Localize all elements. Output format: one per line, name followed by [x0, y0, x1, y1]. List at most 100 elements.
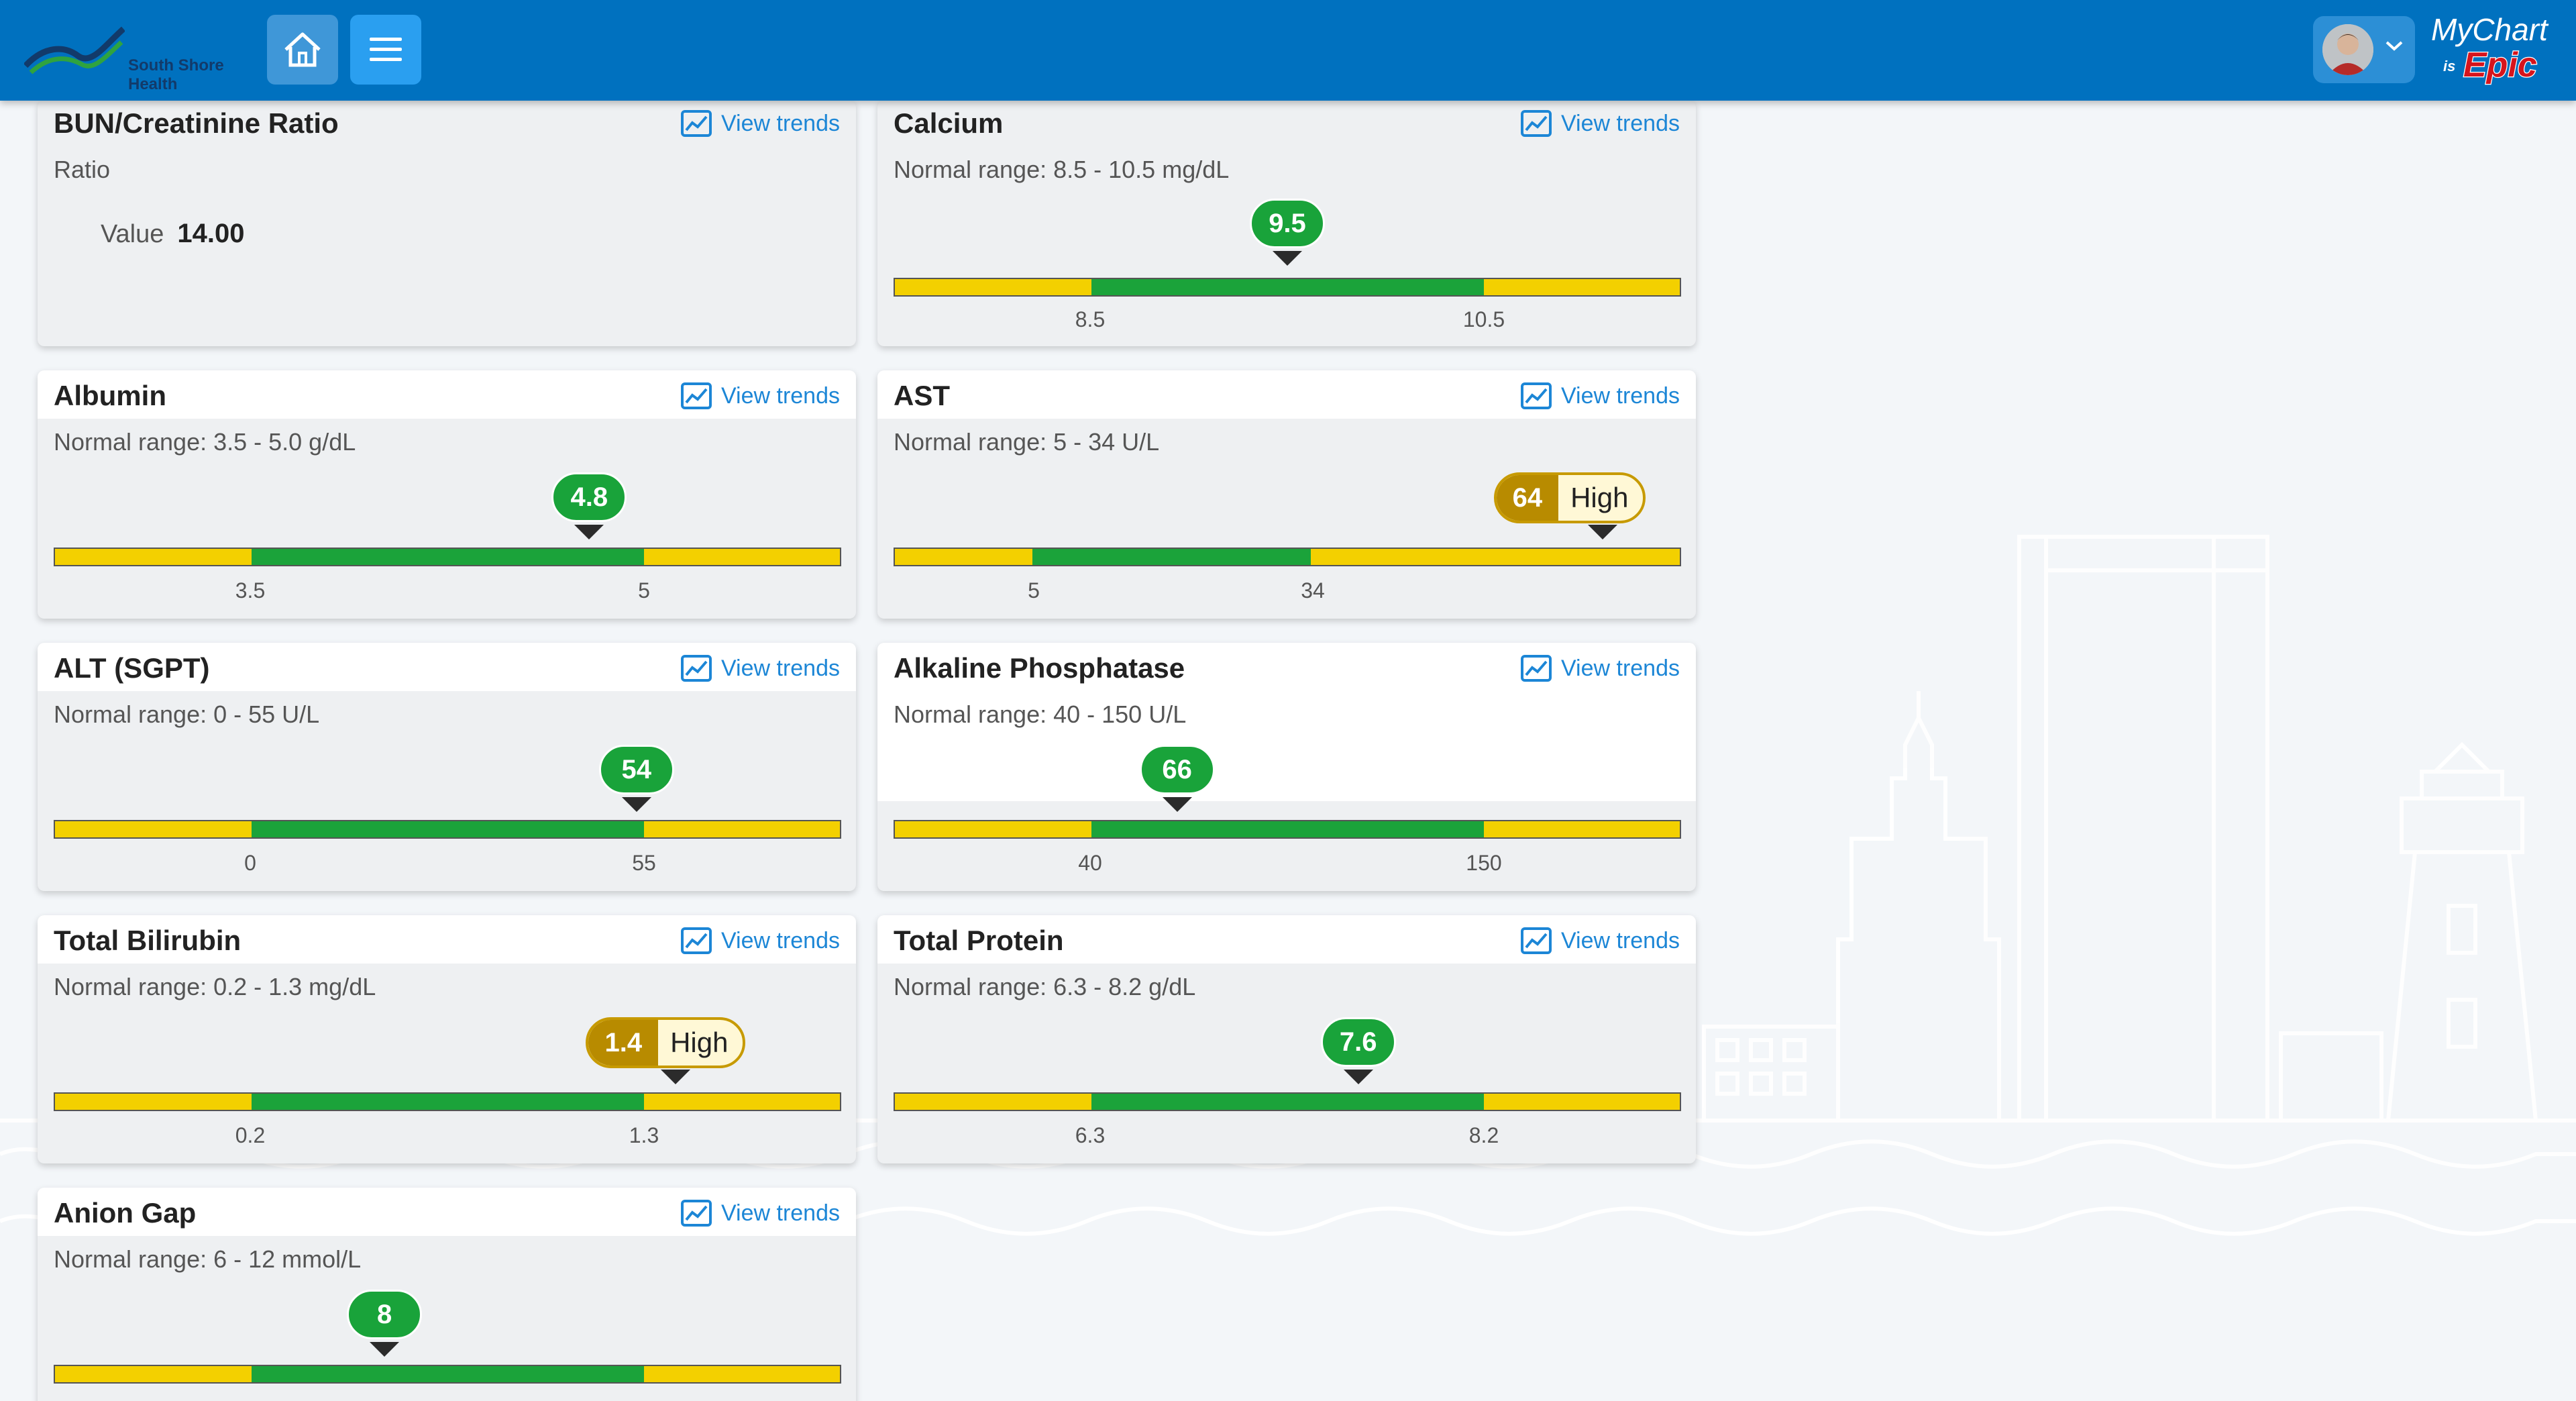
result-value-badge: 54: [598, 745, 674, 794]
above-range-band: [1483, 279, 1680, 295]
above-range-band: [1311, 549, 1680, 565]
below-range-band: [55, 821, 252, 837]
view-trends-link[interactable]: View trends: [680, 382, 840, 409]
high-result-badge: 64 High: [1493, 472, 1646, 523]
result-value: 64: [1496, 475, 1559, 521]
below-range-band: [895, 549, 1032, 565]
above-range-band: [643, 1094, 840, 1110]
view-trends-label: View trends: [720, 927, 840, 953]
trend-chart-icon: [680, 382, 712, 409]
view-trends-label: View trends: [720, 110, 840, 136]
range-bar: [54, 820, 841, 839]
trend-chart-icon: [1520, 110, 1552, 137]
result-value-badge: 7.6: [1320, 1017, 1396, 1067]
mychart-epic-logo: MyChart is Epic: [2428, 9, 2563, 90]
range-bar: [54, 1092, 841, 1111]
trend-chart-icon: [1520, 927, 1552, 954]
result-pointer-icon: [1162, 797, 1192, 812]
view-trends-link[interactable]: View trends: [680, 1200, 840, 1227]
normal-range-text: Normal range: 5 - 34 U/L: [894, 428, 1160, 456]
view-trends-link[interactable]: View trends: [1520, 110, 1680, 137]
above-range-band: [1483, 821, 1680, 837]
view-trends-label: View trends: [1560, 655, 1680, 681]
normal-range-band: [1091, 279, 1484, 295]
component-title: Albumin: [54, 380, 166, 411]
normal-range-band: [1091, 1094, 1484, 1110]
range-bar: [894, 278, 1681, 297]
component-title: ALT (SGPT): [54, 652, 210, 684]
chevron-down-icon: [2385, 41, 2403, 51]
view-trends-label: View trends: [1560, 382, 1680, 409]
view-trends-label: View trends: [720, 382, 840, 409]
high-result-badge: 1.4 High: [586, 1017, 746, 1068]
above-range-band: [1483, 1094, 1680, 1110]
below-range-band: [895, 821, 1091, 837]
normal-range-band: [251, 1366, 644, 1382]
range-bar: [54, 548, 841, 566]
high-tick-label: 10.5: [1462, 307, 1505, 331]
swoosh-logo-icon: [23, 26, 125, 74]
component-title: Calcium: [894, 107, 1004, 139]
trend-chart-icon: [1520, 655, 1552, 682]
high-tick-label: 150: [1466, 851, 1502, 875]
low-tick-label: 8.5: [1075, 307, 1106, 331]
menu-icon: [370, 38, 402, 61]
result-card-albumin: Albumin View trends Normal range: 3.5 - …: [38, 370, 856, 619]
result-card-anion-gap: Anion Gap View trends Normal range: 6 - …: [38, 1188, 856, 1401]
account-menu-button[interactable]: [2313, 16, 2415, 83]
component-title: Total Bilirubin: [54, 925, 241, 956]
normal-range-text: Normal range: 0.2 - 1.3 mg/dL: [54, 973, 376, 1000]
view-trends-link[interactable]: View trends: [680, 927, 840, 954]
view-trends-label: View trends: [720, 655, 840, 681]
result-card-bun-creatinine-ratio: BUN/Creatinine Ratio View trends Ratio V…: [38, 101, 856, 346]
component-title: Total Protein: [894, 925, 1064, 956]
range-bar: [894, 820, 1681, 839]
normal-range-band: [251, 821, 644, 837]
value-row: Value 14.00: [101, 219, 244, 249]
below-range-band: [895, 1094, 1091, 1110]
above-range-band: [643, 549, 840, 565]
result-pointer-icon: [370, 1342, 400, 1357]
above-range-band: [643, 1366, 840, 1382]
result-pointer-icon: [621, 797, 651, 812]
svg-text:Epic: Epic: [2463, 46, 2537, 85]
normal-range-text: Normal range: 8.5 - 10.5 mg/dL: [894, 156, 1230, 183]
trend-chart-icon: [1520, 382, 1552, 409]
high-tick-label: 55: [632, 851, 656, 875]
svg-text:MyChart: MyChart: [2431, 12, 2549, 47]
view-trends-label: View trends: [1560, 110, 1680, 136]
normal-range-band: [251, 549, 644, 565]
view-trends-link[interactable]: View trends: [680, 110, 840, 137]
view-trends-link[interactable]: View trends: [1520, 382, 1680, 409]
high-tick-label: 1.3: [629, 1123, 659, 1147]
result-pointer-icon: [1587, 525, 1617, 539]
normal-range-band: [1032, 549, 1311, 565]
below-range-band: [895, 279, 1091, 295]
below-range-band: [55, 1366, 252, 1382]
normal-range-band: [251, 1094, 644, 1110]
low-tick-label: 5: [1028, 578, 1040, 603]
low-tick-label: 6.3: [1075, 1123, 1106, 1147]
organization-logo[interactable]: South Shore Health: [23, 19, 225, 93]
result-pointer-icon: [1343, 1070, 1373, 1084]
user-photo-icon: [2322, 24, 2373, 75]
result-pointer-icon: [1273, 251, 1302, 266]
result-pointer-icon: [574, 525, 604, 539]
result-value-badge: 4.8: [551, 472, 627, 522]
low-tick-label: 0.2: [235, 1123, 266, 1147]
value-number: 14.00: [177, 219, 245, 248]
result-card-ast: AST View trends Normal range: 5 - 34 U/L…: [877, 370, 1696, 619]
menu-button[interactable]: [350, 15, 421, 85]
low-tick-label: 0: [244, 851, 256, 875]
view-trends-link[interactable]: View trends: [1520, 927, 1680, 954]
home-button[interactable]: [267, 15, 338, 85]
range-bar: [54, 1365, 841, 1384]
view-trends-link[interactable]: View trends: [680, 655, 840, 682]
value-label: Value: [101, 220, 164, 248]
svg-text:is: is: [2443, 58, 2455, 74]
view-trends-link[interactable]: View trends: [1520, 655, 1680, 682]
range-bar: [894, 548, 1681, 566]
result-value-badge: 8: [347, 1290, 423, 1339]
high-tick-label: 8.2: [1468, 1123, 1499, 1147]
result-card-total-protein: Total Protein View trends Normal range: …: [877, 915, 1696, 1163]
